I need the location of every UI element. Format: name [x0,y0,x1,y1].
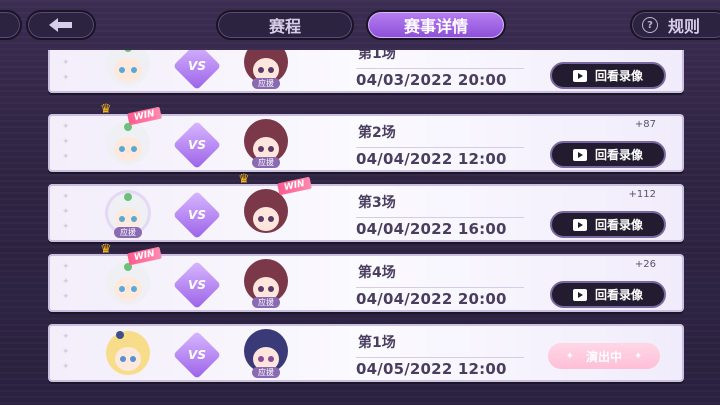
rules-label: 规则 [668,17,701,36]
crown-icon: ♛ [238,172,250,187]
crown-icon: ♛ [100,102,112,117]
match-number: 第3场 [358,195,396,211]
match-time: 04/04/2022 12:00 [356,147,524,168]
video-icon [572,148,587,161]
vs-badge: VS [172,260,222,310]
score-delta: +26 [634,259,656,270]
match-card: ✦ ✦ ✦ ♛ WIN VS 应援 +26 第4场 04/04/2022 20:00… [48,242,684,312]
sparkle-decoration: ✦✦✦ [62,122,70,162]
match-time: 04/04/2022 20:00 [356,287,524,308]
rules-button[interactable]: ? 规则 [630,10,720,40]
back-button[interactable] [26,10,96,40]
match-time: 04/03/2022 20:00 [356,68,524,89]
cheer-tag: 应援 [114,227,142,238]
match-time: 04/04/2022 16:00 [356,217,524,238]
side-stub [0,10,22,40]
video-icon [572,218,587,231]
match-card: ✦✦✦ VS 应援 第1场 04/03/2022 20:00 回看录像 [48,50,684,93]
score-delta: +87 [634,119,656,130]
score-delta: +112 [628,189,656,200]
cheer-tag: 应援 [252,78,280,89]
match-number: 第2场 [358,125,396,141]
cheer-tag: 应援 [252,367,280,378]
cheer-tag: 应援 [252,297,280,308]
vs-badge: VS [172,190,222,240]
crown-icon: ♛ [100,242,112,257]
replay-button[interactable]: 回看录像 [550,62,666,89]
arrow-left-icon [49,18,72,32]
top-bar: 赛程 赛事详情 ? 规则 [0,0,720,50]
sparkle-icon: ✦ [634,350,643,362]
replay-button[interactable]: 回看录像 [550,211,666,238]
match-card: ✦ ✦ ✦ ♛ WIN VS 应援 +87 第2场 04/04/2022 12:00… [48,102,684,172]
tab-schedule[interactable]: 赛程 [216,10,354,40]
question-mark-icon: ? [642,17,658,33]
vs-badge: VS [172,120,222,170]
match-number: 第1场 [358,50,396,62]
sparkle-decoration: ✦✦✦ [62,50,70,83]
tab-match-details[interactable]: 赛事详情 [366,10,506,40]
avatar-blonde-hair [106,331,150,375]
sparkle-icon: ✦ [565,350,574,362]
avatar-white-hair [106,50,150,86]
sparkle-decoration: ✦✦✦ [62,332,70,372]
match-list[interactable]: ✦✦✦ VS 应援 第1场 04/03/2022 20:00 回看录像 ✦✦✦ [0,50,720,405]
replay-button[interactable]: 回看录像 [550,141,666,168]
vs-badge: VS [172,50,222,91]
sparkle-decoration: ✦✦✦ [62,192,70,232]
cheer-tag: 应援 [252,157,280,168]
match-number: 第1场 [358,335,396,351]
match-card: ✦ ✦ ✦ 应援 VS ♛ WIN +112 第3场 04/04/2022 16:0… [48,172,684,242]
match-card: ✦ ✦ ✦ VS 应援 第1场 04/05/2022 12:00 ✦ 演出中 ✦ [48,324,684,382]
match-number: 第4场 [358,265,396,281]
video-icon [572,288,587,301]
vs-badge: VS [172,330,222,380]
video-icon [572,69,587,82]
replay-button[interactable]: 回看录像 [550,281,666,308]
sparkle-decoration: ✦✦✦ [62,262,70,302]
match-time: 04/05/2022 12:00 [356,357,524,378]
live-status-button[interactable]: ✦ 演出中 ✦ [548,343,660,369]
